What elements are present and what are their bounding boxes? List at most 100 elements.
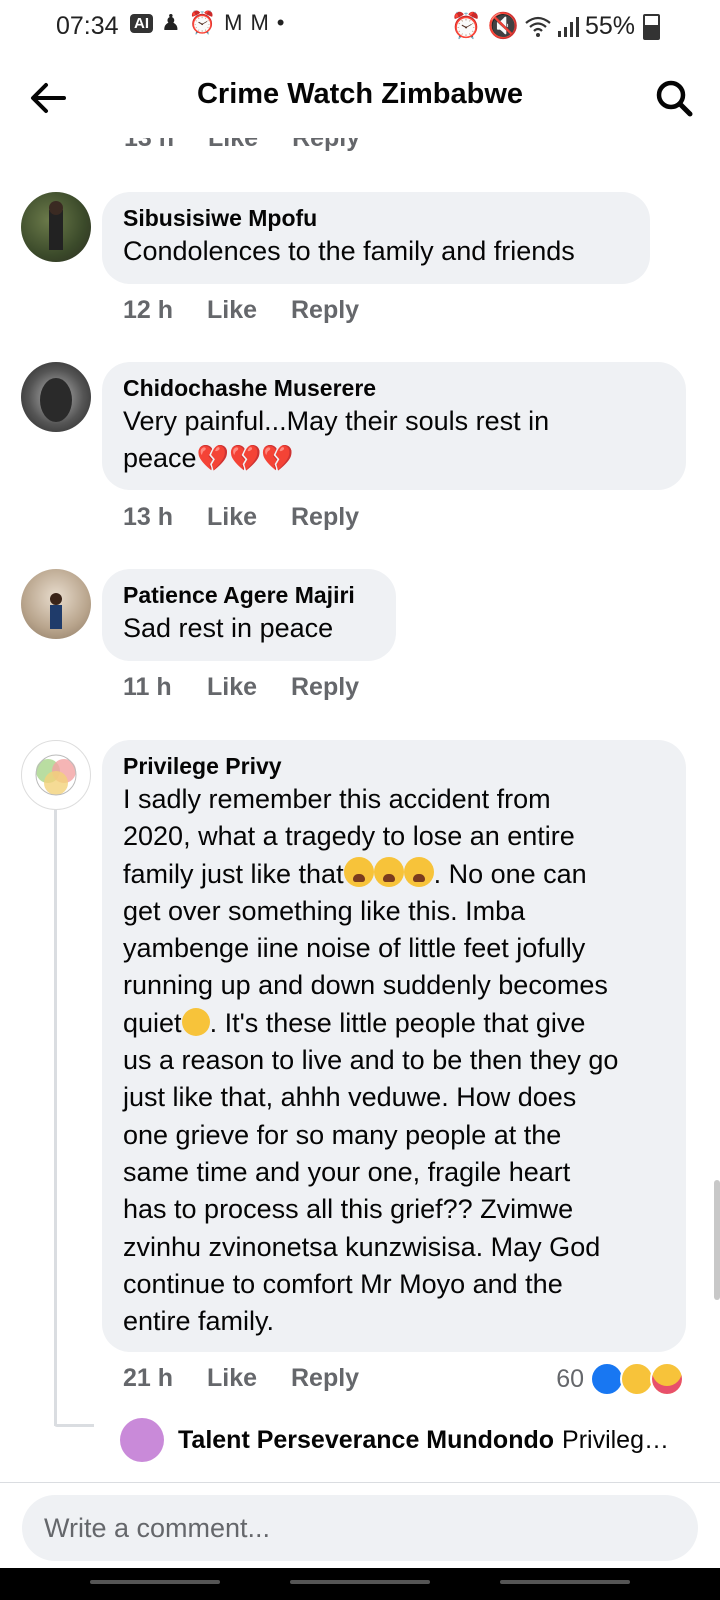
battery-icon — [643, 13, 660, 40]
avatar[interactable] — [21, 569, 91, 639]
more-dot-icon: • — [276, 10, 285, 35]
comment-bubble[interactable]: Privilege Privy I sadly remember this ac… — [102, 740, 686, 1352]
top-bar: Crime Watch Zimbabwe — [0, 58, 720, 138]
broken-heart-emoji: 💔💔💔 — [196, 443, 294, 474]
comment-text-line: continue to comfort Mr Moyo and the — [123, 1268, 563, 1299]
avatar[interactable] — [21, 362, 91, 432]
comment-text-line: . It's these little people that give — [209, 1007, 586, 1038]
status-bar: 07:34 AI ♟ ⏰ M M • ⏰ 🔇 55% — [0, 0, 720, 54]
nav-recents-button[interactable] — [90, 1580, 220, 1584]
avatar-photo — [40, 378, 72, 422]
reaction-summary[interactable]: 60 — [556, 1362, 684, 1396]
sad-reaction-icon — [620, 1362, 654, 1396]
avatar[interactable] — [120, 1418, 164, 1462]
gmail-icon: M — [250, 10, 269, 35]
comment-text-line: running up and down suddenly becomes — [123, 970, 608, 1001]
comment-text-line: peace — [123, 443, 197, 474]
battery-percent: 55% — [584, 12, 635, 40]
comment-time: 12 h — [123, 296, 174, 324]
like-button[interactable]: Like — [207, 296, 291, 325]
reply-author[interactable]: Talent Perseverance Mundondo — [178, 1426, 554, 1455]
status-system-icons: ⏰ 🔇 55% — [451, 12, 660, 41]
comment-time: 11 h — [123, 673, 172, 701]
comment-text-line: I sadly remember this accident from — [123, 784, 551, 814]
thread-line — [54, 798, 57, 1426]
comment-text: I sadly remember this accident from 2020… — [123, 781, 666, 1340]
notification-icon: ♟ — [161, 10, 181, 35]
comment-text-line: one grieve for so many people at the — [123, 1119, 562, 1150]
signal-icon — [557, 16, 579, 37]
reaction-count: 60 — [556, 1364, 584, 1393]
battery-fill — [645, 25, 658, 38]
reply-button[interactable]: Reply — [291, 296, 359, 325]
avatar-photo — [50, 593, 62, 629]
care-reaction-icon — [650, 1362, 684, 1396]
system-nav-bar — [0, 1568, 720, 1600]
avatar-photo — [49, 201, 63, 250]
avatar[interactable] — [21, 192, 91, 262]
crying-emoji — [343, 856, 374, 887]
comment-text-line: just like that, ahhh veduwe. How does — [123, 1082, 577, 1113]
comment-text-line: yambenge iine noise of little feet joful… — [123, 933, 586, 964]
comment-text-line: zvinhu zvinonetsa kunzwisisa. May God — [123, 1231, 601, 1262]
comments-feed[interactable]: 13 h Like Reply Sibusisiwe Mpofu Condole… — [0, 128, 720, 1482]
alarm-icon: ⏰ — [450, 12, 482, 40]
crying-emoji — [403, 856, 434, 887]
comment-actions: 11 h Like Reply — [123, 673, 359, 702]
comment-text-line: Very painful...May their souls rest in — [123, 406, 550, 436]
crying-emoji — [373, 856, 404, 887]
comment-text-line: . No one can — [433, 858, 587, 889]
comment-text-line: has to process all this grief?? Zvimwe — [123, 1194, 574, 1225]
comment-text-line: same time and your one, fragile heart — [123, 1156, 571, 1187]
comment-author[interactable]: Sibusisiwe Mpofu — [123, 203, 630, 233]
sad-emoji — [181, 1007, 210, 1036]
status-notification-icons: AI ♟ ⏰ M M • — [130, 10, 285, 36]
reply-button[interactable]: Reply — [291, 503, 359, 532]
like-button[interactable]: Like — [207, 673, 291, 702]
wifi-icon — [525, 16, 551, 37]
comment-input[interactable] — [22, 1495, 698, 1561]
comment-actions: 13 h Like Reply — [123, 503, 359, 532]
like-reaction-icon — [590, 1362, 624, 1396]
mute-icon: 🔇 — [487, 12, 519, 40]
comment-text: Condolences to the family and friends — [123, 236, 575, 266]
alarm-icon: ⏰ — [188, 10, 217, 35]
comment-author[interactable]: Patience Agere Majiri — [123, 580, 376, 610]
comment-bubble[interactable]: Sibusisiwe Mpofu Condolences to the fami… — [102, 192, 650, 284]
comment-text-line: us a reason to live and to be then they … — [123, 1045, 619, 1076]
reply-button[interactable]: Reply — [291, 673, 359, 702]
comment-author[interactable]: Chidochashe Muserere — [123, 373, 666, 403]
like-button[interactable]: Like — [207, 1364, 291, 1393]
comment-bubble[interactable]: Patience Agere Majiri Sad rest in peace — [102, 569, 396, 661]
comment-text-line: 2020, what a tragedy to lose an entire — [123, 821, 575, 852]
search-button[interactable] — [652, 76, 696, 120]
nav-home-button[interactable] — [290, 1580, 430, 1584]
comment-text-line: get over something like this. Imba — [123, 895, 526, 926]
scrollbar-thumb[interactable] — [714, 1180, 720, 1300]
comment-text-line: entire family. — [123, 1306, 275, 1337]
avatar[interactable] — [21, 740, 91, 810]
nav-back-button[interactable] — [500, 1580, 630, 1584]
reply-preview[interactable]: Talent Perseverance Mundondo Privilege..… — [120, 1418, 674, 1462]
comment-actions: 21 h Like Reply — [123, 1364, 359, 1393]
search-icon — [656, 80, 693, 117]
reply-text: Privilege... — [562, 1425, 675, 1454]
avatar-photo — [35, 754, 77, 796]
gmail-icon: M — [224, 10, 243, 35]
like-button[interactable]: Like — [207, 503, 291, 532]
comment-text-line: family just like that — [123, 858, 344, 889]
comment-text: Very painful...May their souls rest in p… — [123, 403, 666, 478]
comment-actions: 12 h Like Reply — [123, 296, 359, 325]
comment-author[interactable]: Privilege Privy — [123, 751, 666, 781]
page-title: Crime Watch Zimbabwe — [196, 78, 524, 110]
status-time: 07:34 — [56, 12, 119, 40]
reply-button[interactable]: Reply — [291, 1364, 359, 1393]
comment-time: 13 h — [123, 503, 174, 531]
thread-line — [54, 1424, 94, 1427]
comment-text-line: quiet — [123, 1007, 182, 1038]
comment-text: Sad rest in peace — [123, 613, 334, 643]
ai-badge: AI — [130, 13, 153, 33]
comment-bubble[interactable]: Chidochashe Muserere Very painful...May … — [102, 362, 686, 490]
comment-time: 21 h — [123, 1364, 174, 1392]
comment-composer — [0, 1482, 720, 1563]
